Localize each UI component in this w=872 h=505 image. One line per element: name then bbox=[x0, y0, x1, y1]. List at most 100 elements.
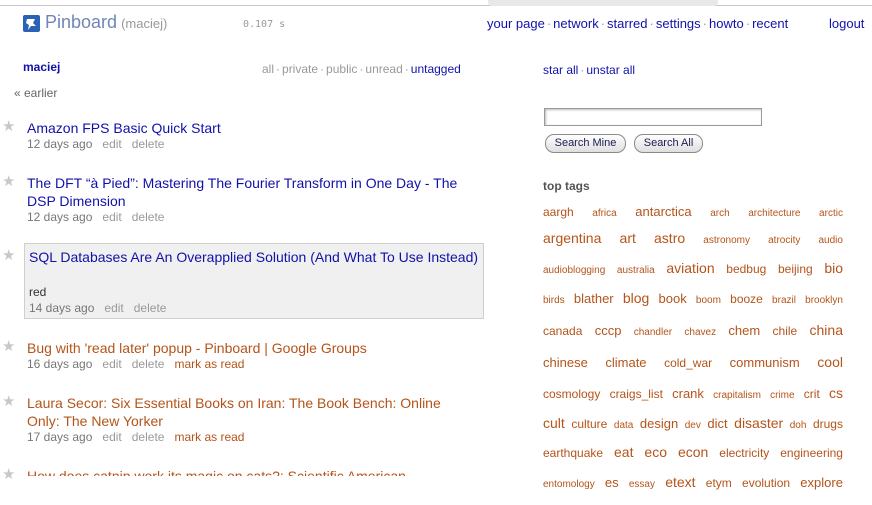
nav-recent[interactable]: recent bbox=[752, 16, 788, 31]
tag-argentina[interactable]: argentina bbox=[543, 230, 601, 246]
star-all-link[interactable]: star all bbox=[543, 63, 578, 77]
tag-cool[interactable]: cool bbox=[817, 354, 843, 370]
tag-dev[interactable]: dev bbox=[685, 420, 701, 431]
tag-antarctica[interactable]: antarctica bbox=[635, 204, 691, 219]
tag-design[interactable]: design bbox=[640, 416, 678, 431]
delete-link[interactable]: delete bbox=[134, 301, 167, 315]
tag-chile[interactable]: chile bbox=[773, 324, 798, 338]
star-icon[interactable]: ★ bbox=[2, 467, 15, 483]
filter-all[interactable]: all bbox=[262, 62, 274, 76]
tag-cold_war[interactable]: cold_war bbox=[664, 356, 712, 370]
tag-audio[interactable]: audio bbox=[818, 235, 842, 246]
bookmark-tag[interactable]: red bbox=[29, 285, 46, 299]
tag-chavez[interactable]: chavez bbox=[684, 327, 716, 338]
logout-link[interactable]: logout bbox=[829, 16, 864, 31]
tag-disaster[interactable]: disaster bbox=[734, 415, 783, 431]
tag-arch[interactable]: arch bbox=[710, 208, 729, 219]
tag-craigs_list[interactable]: craigs_list bbox=[610, 387, 663, 401]
edit-link[interactable]: edit bbox=[102, 210, 121, 224]
tag-culture[interactable]: culture bbox=[571, 417, 607, 431]
tag-crank[interactable]: crank bbox=[672, 386, 704, 401]
star-icon[interactable]: ★ bbox=[2, 248, 15, 264]
tag-explore[interactable]: explore bbox=[800, 475, 843, 490]
tag-econ[interactable]: econ bbox=[678, 444, 708, 460]
tag-chinese[interactable]: chinese bbox=[543, 355, 588, 370]
bookmark-title[interactable]: SQL Databases Are An Overapplied Solutio… bbox=[29, 248, 479, 266]
delete-link[interactable]: delete bbox=[132, 137, 165, 151]
tag-crime[interactable]: crime bbox=[770, 390, 794, 401]
tag-eco[interactable]: eco bbox=[644, 444, 667, 460]
tag-architecture[interactable]: architecture bbox=[748, 208, 800, 219]
search-mine-button[interactable]: Search Mine bbox=[545, 134, 626, 153]
edit-link[interactable]: edit bbox=[102, 137, 121, 151]
filter-untagged[interactable]: untagged bbox=[411, 62, 461, 76]
bookmark-title[interactable]: Bug with 'read later' popup - Pinboard |… bbox=[27, 339, 477, 357]
bookmark-date[interactable]: 16 days ago bbox=[27, 357, 92, 371]
brand-name[interactable]: Pinboard bbox=[45, 12, 117, 32]
bookmark-date[interactable]: 12 days ago bbox=[27, 210, 92, 224]
nav-settings[interactable]: settings bbox=[656, 16, 701, 31]
tag-cosmology[interactable]: cosmology bbox=[543, 387, 600, 401]
tag-boom[interactable]: boom bbox=[696, 295, 721, 306]
tag-data[interactable]: data bbox=[614, 420, 633, 431]
bookmark-date[interactable]: 14 days ago bbox=[29, 301, 94, 315]
tag-etym[interactable]: etym bbox=[706, 476, 732, 490]
pin-logo-icon[interactable] bbox=[23, 15, 40, 32]
edit-link[interactable]: edit bbox=[102, 357, 121, 371]
tag-evolution[interactable]: evolution bbox=[742, 476, 790, 490]
tag-africa[interactable]: africa bbox=[592, 208, 616, 219]
tag-cs[interactable]: cs bbox=[829, 385, 843, 401]
bookmark-date[interactable]: 12 days ago bbox=[27, 137, 92, 151]
mark-as-read-link[interactable]: mark as read bbox=[174, 357, 244, 371]
tag-drugs[interactable]: drugs bbox=[813, 417, 843, 431]
filter-private[interactable]: private bbox=[282, 62, 318, 76]
delete-link[interactable]: delete bbox=[132, 430, 165, 444]
tag-brooklyn[interactable]: brooklyn bbox=[805, 295, 843, 306]
bookmark-date[interactable]: 17 days ago bbox=[27, 430, 92, 444]
bookmark-title[interactable]: Amazon FPS Basic Quick Start bbox=[27, 119, 477, 137]
tag-art[interactable]: art bbox=[620, 230, 636, 246]
tag-aargh[interactable]: aargh bbox=[543, 205, 574, 219]
tag-crit[interactable]: crit bbox=[804, 387, 820, 401]
edit-link[interactable]: edit bbox=[102, 430, 121, 444]
bookmark-title[interactable]: Laura Secor: Six Essential Books on Iran… bbox=[27, 394, 477, 430]
tag-crapitalism[interactable]: crapitalism bbox=[713, 390, 761, 401]
edit-link[interactable]: edit bbox=[104, 301, 123, 315]
tag-blather[interactable]: blather bbox=[574, 291, 614, 306]
tag-doh[interactable]: doh bbox=[790, 420, 807, 431]
tag-aviation[interactable]: aviation bbox=[666, 260, 714, 276]
tag-astro[interactable]: astro bbox=[654, 230, 685, 246]
tag-eat[interactable]: eat bbox=[614, 444, 633, 460]
earlier-link[interactable]: « earlier bbox=[14, 86, 57, 100]
tag-climate[interactable]: climate bbox=[605, 355, 646, 370]
search-input[interactable] bbox=[544, 108, 762, 126]
tag-dict[interactable]: dict bbox=[707, 416, 727, 431]
tag-entomology[interactable]: entomology bbox=[543, 479, 595, 490]
filter-public[interactable]: public bbox=[326, 62, 357, 76]
mark-as-read-link[interactable]: mark as read bbox=[174, 430, 244, 444]
tag-cult[interactable]: cult bbox=[543, 415, 565, 431]
tag-birds[interactable]: birds bbox=[543, 295, 565, 306]
tag-essay[interactable]: essay bbox=[629, 479, 655, 490]
tag-etext[interactable]: etext bbox=[665, 474, 695, 490]
tag-communism[interactable]: communism bbox=[730, 355, 800, 370]
tag-es[interactable]: es bbox=[605, 475, 619, 490]
tag-chandler[interactable]: chandler bbox=[634, 327, 672, 338]
tag-earthquake[interactable]: earthquake bbox=[543, 446, 603, 460]
delete-link[interactable]: delete bbox=[132, 357, 165, 371]
tag-audioblogging[interactable]: audioblogging bbox=[543, 265, 605, 276]
bookmark-title[interactable]: The DFT “à Pied”: Mastering The Fourier … bbox=[27, 174, 477, 210]
search-all-button[interactable]: Search All bbox=[634, 134, 703, 153]
tag-brazil[interactable]: brazil bbox=[772, 295, 796, 306]
tag-beijing[interactable]: beijing bbox=[778, 262, 813, 276]
star-icon[interactable]: ★ bbox=[2, 394, 15, 410]
bookmark-title[interactable]: How does catnip work its magic on cats?:… bbox=[27, 467, 477, 476]
star-icon[interactable]: ★ bbox=[2, 174, 15, 190]
tag-china[interactable]: china bbox=[810, 322, 843, 338]
tag-australia[interactable]: australia bbox=[617, 265, 655, 276]
tag-canada[interactable]: canada bbox=[543, 324, 582, 338]
tag-chem[interactable]: chem bbox=[728, 323, 760, 338]
star-icon[interactable]: ★ bbox=[2, 119, 15, 135]
brand[interactable]: Pinboard (maciej) bbox=[45, 12, 167, 33]
username-link[interactable]: maciej bbox=[23, 60, 60, 74]
